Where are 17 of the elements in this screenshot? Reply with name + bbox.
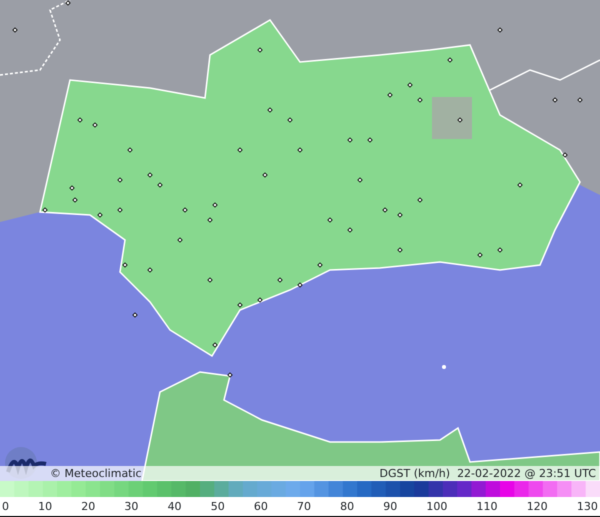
scale-tick-label: 20 (81, 499, 96, 515)
scale-tick-label: 120 (526, 499, 548, 515)
timestamp-label: 22-02-2022 @ 23:51 UTC (457, 467, 596, 480)
variable-label: DGST (km/h) (380, 467, 450, 480)
scale-tick-label: 70 (296, 499, 311, 515)
scale-tick-label: 10 (38, 499, 52, 515)
scale-tick-label: 80 (340, 499, 354, 515)
copyright-text: © Meteoclimatic (50, 466, 142, 481)
scale-tick-label: 90 (383, 499, 398, 515)
scale-tick-label: 0 (2, 499, 9, 515)
scale-tick-label: 40 (168, 499, 182, 515)
scale-tick-label: 30 (124, 499, 138, 515)
scale-tick-label: 50 (210, 499, 225, 515)
scale-tick-label: 130 (576, 499, 598, 515)
scale-tick-label: 100 (426, 499, 448, 515)
scale-tick-label: 60 (254, 499, 268, 515)
scale-tick-label: 110 (476, 499, 498, 515)
